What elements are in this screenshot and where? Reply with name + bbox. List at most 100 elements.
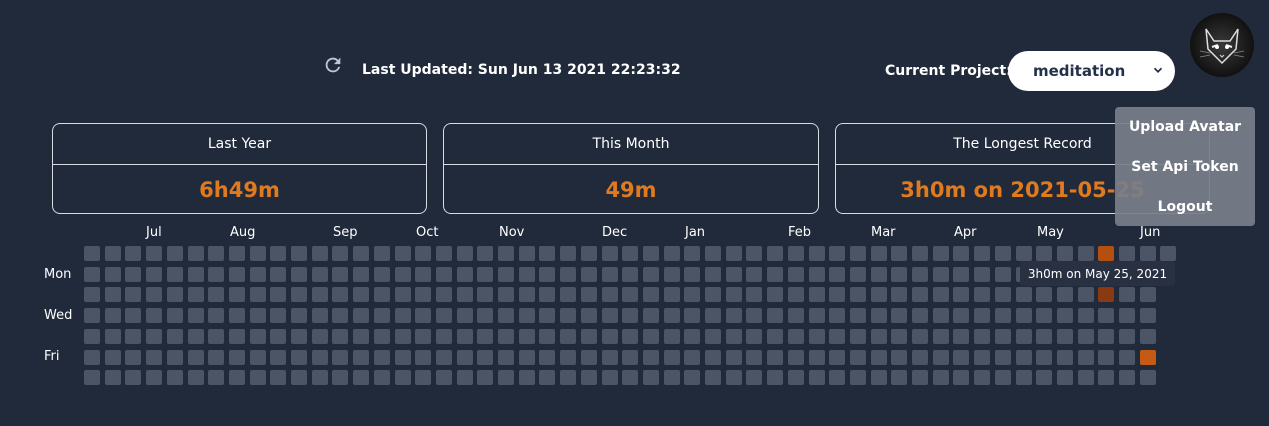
heatmap-cell[interactable] (105, 329, 121, 344)
heatmap-cell[interactable] (560, 267, 576, 282)
heatmap-cell[interactable] (519, 246, 535, 261)
heatmap-cell[interactable] (705, 308, 721, 323)
heatmap-cell[interactable] (270, 287, 286, 302)
heatmap-cell[interactable] (125, 308, 141, 323)
heatmap-cell[interactable] (332, 329, 348, 344)
project-select[interactable]: meditation (1008, 51, 1175, 91)
heatmap-cell[interactable] (353, 350, 369, 365)
heatmap-cell[interactable] (84, 267, 100, 282)
heatmap-cell[interactable] (125, 287, 141, 302)
heatmap-cell[interactable] (477, 267, 493, 282)
heatmap-cell[interactable] (208, 267, 224, 282)
heatmap-cell[interactable] (974, 329, 990, 344)
heatmap-cell[interactable] (208, 308, 224, 323)
heatmap-cell[interactable] (705, 267, 721, 282)
heatmap-cell[interactable] (539, 308, 555, 323)
heatmap-cell[interactable] (519, 350, 535, 365)
heatmap-cell[interactable] (1098, 370, 1114, 385)
heatmap-cell[interactable] (953, 350, 969, 365)
heatmap-cell[interactable] (539, 370, 555, 385)
heatmap-cell[interactable] (1119, 246, 1135, 261)
heatmap-cell[interactable] (208, 287, 224, 302)
heatmap-cell[interactable] (436, 370, 452, 385)
heatmap-cell[interactable] (353, 246, 369, 261)
heatmap-cell[interactable] (208, 350, 224, 365)
heatmap-cell[interactable] (291, 267, 307, 282)
heatmap-cell[interactable] (477, 370, 493, 385)
heatmap-cell[interactable] (850, 329, 866, 344)
heatmap-cell[interactable] (250, 267, 266, 282)
heatmap-cell[interactable] (871, 287, 887, 302)
heatmap-cell[interactable] (519, 287, 535, 302)
heatmap-cell[interactable] (84, 246, 100, 261)
heatmap-cell[interactable] (602, 267, 618, 282)
heatmap-cell[interactable] (146, 308, 162, 323)
heatmap-cell[interactable] (229, 350, 245, 365)
heatmap-cell[interactable] (436, 287, 452, 302)
heatmap-cell[interactable] (746, 370, 762, 385)
heatmap-cell[interactable] (643, 370, 659, 385)
heatmap-cell[interactable] (1078, 329, 1094, 344)
heatmap-cell[interactable] (312, 329, 328, 344)
heatmap-cell[interactable] (746, 308, 762, 323)
heatmap-cell[interactable] (891, 370, 907, 385)
heatmap-cell[interactable] (684, 287, 700, 302)
heatmap-cell[interactable] (291, 246, 307, 261)
heatmap-cell[interactable] (809, 267, 825, 282)
heatmap-cell[interactable] (746, 350, 762, 365)
heatmap-cell[interactable] (1140, 308, 1156, 323)
heatmap-cell[interactable] (809, 287, 825, 302)
heatmap-cell[interactable] (1016, 246, 1032, 261)
heatmap-cell[interactable] (477, 329, 493, 344)
heatmap-cell[interactable] (519, 267, 535, 282)
heatmap-cell[interactable] (995, 370, 1011, 385)
heatmap-cell[interactable] (312, 370, 328, 385)
heatmap-cell[interactable] (519, 308, 535, 323)
heatmap-cell[interactable] (871, 308, 887, 323)
heatmap-cell[interactable] (167, 308, 183, 323)
heatmap-cell[interactable] (788, 308, 804, 323)
heatmap-cell[interactable] (457, 350, 473, 365)
heatmap-cell[interactable] (270, 329, 286, 344)
heatmap-cell[interactable] (809, 370, 825, 385)
heatmap-cell[interactable] (374, 350, 390, 365)
heatmap-cell[interactable] (188, 287, 204, 302)
heatmap-cell[interactable] (1057, 370, 1073, 385)
heatmap-cell[interactable] (539, 287, 555, 302)
heatmap-cell[interactable] (684, 246, 700, 261)
heatmap-cell[interactable] (995, 246, 1011, 261)
heatmap-cell[interactable] (871, 246, 887, 261)
heatmap-cell[interactable] (436, 267, 452, 282)
heatmap-cell[interactable] (415, 246, 431, 261)
heatmap-cell[interactable] (622, 308, 638, 323)
heatmap-cell[interactable] (974, 267, 990, 282)
heatmap-cell[interactable] (312, 308, 328, 323)
heatmap-cell[interactable] (1078, 246, 1094, 261)
heatmap-cell[interactable] (436, 246, 452, 261)
heatmap-cell[interactable] (477, 308, 493, 323)
heatmap-cell[interactable] (767, 246, 783, 261)
heatmap-cell[interactable] (498, 308, 514, 323)
heatmap-cell[interactable] (850, 350, 866, 365)
heatmap-cell[interactable] (188, 308, 204, 323)
heatmap-cell[interactable] (891, 350, 907, 365)
heatmap-cell[interactable] (726, 370, 742, 385)
heatmap-cell[interactable] (912, 267, 928, 282)
heatmap-cell[interactable] (953, 370, 969, 385)
heatmap-cell[interactable] (560, 287, 576, 302)
heatmap-cell[interactable] (1140, 350, 1156, 365)
heatmap-cell[interactable] (809, 329, 825, 344)
heatmap-cell[interactable] (250, 350, 266, 365)
heatmap-cell[interactable] (1036, 308, 1052, 323)
heatmap-cell[interactable] (788, 350, 804, 365)
heatmap-cell[interactable] (105, 350, 121, 365)
heatmap-cell[interactable] (912, 308, 928, 323)
heatmap-cell[interactable] (84, 370, 100, 385)
heatmap-cell[interactable] (539, 267, 555, 282)
heatmap-cell[interactable] (188, 350, 204, 365)
heatmap-cell[interactable] (953, 329, 969, 344)
heatmap-cell[interactable] (415, 287, 431, 302)
heatmap-cell[interactable] (457, 370, 473, 385)
heatmap-cell[interactable] (622, 370, 638, 385)
heatmap-cell[interactable] (871, 350, 887, 365)
